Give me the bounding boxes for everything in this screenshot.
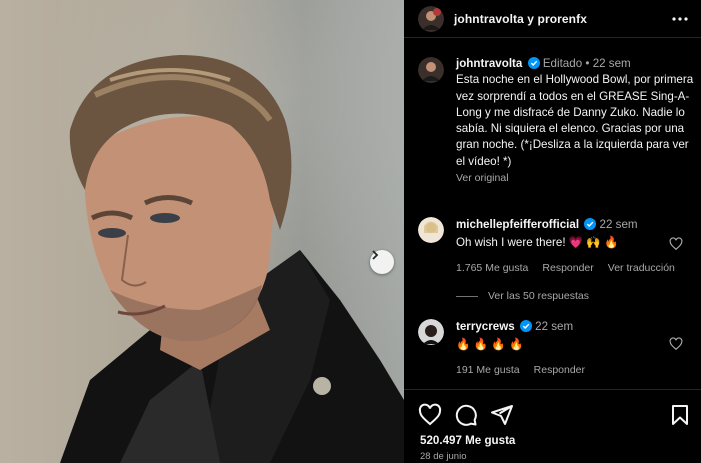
header-avatar[interactable] [418,5,444,32]
view-replies-label: Ver las 50 respuestas [488,290,589,302]
commenter-username[interactable]: terrycrews [456,320,515,333]
caption-block: johntravolta Editado • 22 sem Esta noche… [418,57,693,217]
comment-emoji: 💗 🙌 🔥 [568,236,619,250]
comment-age: 22 sem [535,320,574,333]
avatar-image [418,57,444,83]
commenter-username[interactable]: michellepfeifferofficial [456,218,579,231]
commenter-avatar[interactable] [418,217,444,243]
view-replies-button[interactable]: Ver las 50 respuestas [456,290,589,302]
caption-age: 22 sem [592,57,631,70]
comment-button[interactable] [454,403,478,427]
post-actions: 520.497 Me gusta 28 de junio [404,389,701,463]
translate-button[interactable]: Ver traducción [608,260,675,276]
comment-text: Oh wish I were there! [456,236,569,250]
comment-age: 22 sem [599,218,638,231]
chevron-right-icon [372,250,379,260]
reply-button[interactable]: Responder [534,362,585,378]
author-username[interactable]: johntravolta [456,57,522,70]
comments-section[interactable]: johntravolta Editado • 22 sem Esta noche… [404,39,701,389]
verified-icon [527,57,540,69]
comment-likes[interactable]: 1.765 Me gusta [456,260,528,276]
post-sidebar: johntravolta y prorenfx johntravolta Edi… [404,0,701,463]
avatar-image [418,319,444,345]
post-photo[interactable] [0,0,404,463]
comment-item: terrycrews 22 sem 🔥 🔥 🔥 🔥 191 Me gusta R… [418,319,693,389]
comment-meta: 1.765 Me gusta Responder Ver traducción [456,260,696,276]
post-header: johntravolta y prorenfx [404,0,701,38]
comment-likes[interactable]: 191 Me gusta [456,362,520,378]
more-icon [672,17,688,21]
comment-emoji: 🔥 🔥 🔥 🔥 [456,338,524,352]
header-title[interactable]: johntravolta y prorenfx [454,12,587,26]
reply-button[interactable]: Responder [542,260,593,276]
post-date: 28 de junio [420,451,467,462]
comment-body: terrycrews 22 sem 🔥 🔥 🔥 🔥 191 Me gusta R… [456,319,696,378]
like-count[interactable]: 520.497 Me gusta [420,434,515,447]
verified-icon [584,218,597,230]
avatar-image [418,217,444,243]
see-original-link[interactable]: Ver original [456,170,696,186]
comment-body: michellepfeifferofficial 22 sem Oh wish … [456,217,696,276]
heart-icon[interactable] [669,237,683,251]
comment-item: michellepfeifferofficial 22 sem Oh wish … [418,217,693,287]
save-button[interactable] [668,403,692,427]
replies-divider [456,295,478,297]
caption-body: johntravolta Editado • 22 sem Esta noche… [456,56,696,186]
next-slide-button[interactable] [370,250,394,274]
heart-icon[interactable] [669,337,683,351]
verified-icon [519,320,532,332]
share-button[interactable] [490,403,514,427]
like-button[interactable] [418,403,442,427]
caption-text: Esta noche en el Hollywood Bowl, por pri… [456,73,694,168]
dot-separator: • [585,57,590,70]
avatar-image [418,5,444,32]
author-avatar[interactable] [418,57,444,83]
commenter-avatar[interactable] [418,319,444,345]
more-options-button[interactable] [671,10,689,28]
portrait-illustration [60,55,404,463]
edited-label: Editado [542,57,583,70]
comment-meta: 191 Me gusta Responder [456,362,696,378]
